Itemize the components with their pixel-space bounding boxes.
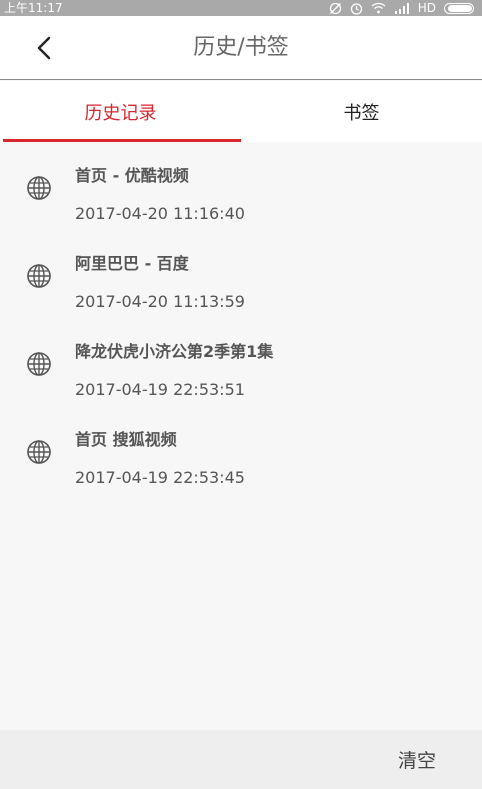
history-item-time: 2017-04-20 11:13:59 <box>75 292 245 311</box>
history-item-title: 首页 - 优酷视频 <box>75 166 189 185</box>
tab-bookmarks[interactable]: 书签 <box>241 81 482 142</box>
globe-icon <box>27 440 51 464</box>
tab-history[interactable]: 历史记录 <box>0 81 241 142</box>
history-item-title: 降龙伏虎小济公第2季第1集 <box>75 342 274 361</box>
header: 历史/书签 <box>0 16 482 80</box>
history-item[interactable]: 阿里巴巴 - 百度 2017-04-20 11:13:59 <box>0 230 482 318</box>
wifi-icon <box>371 2 386 14</box>
history-item[interactable]: 首页 搜狐视频 2017-04-19 22:53:45 <box>0 406 482 494</box>
network-label: HD <box>417 1 436 15</box>
status-icons: HD <box>329 0 474 16</box>
back-button[interactable] <box>28 32 60 64</box>
history-item-title: 首页 搜狐视频 <box>75 430 177 449</box>
bottom-bar: 清空 <box>0 730 482 789</box>
globe-icon <box>27 264 51 288</box>
status-time: 上午11:17 <box>4 1 63 15</box>
alarm-icon <box>350 2 362 15</box>
page-title: 历史/书签 <box>193 35 289 60</box>
history-item-title: 阿里巴巴 - 百度 <box>75 254 189 273</box>
globe-icon <box>27 352 51 376</box>
status-bar: 上午11:17 HD <box>0 0 482 16</box>
tab-bar: 历史记录 书签 <box>0 81 482 142</box>
history-item[interactable]: 首页 - 优酷视频 2017-04-20 11:16:40 <box>0 142 482 230</box>
history-item[interactable]: 降龙伏虎小济公第2季第1集 2017-04-19 22:53:51 <box>0 318 482 406</box>
sync-off-icon <box>329 2 341 14</box>
history-item-time: 2017-04-19 22:53:51 <box>75 380 245 399</box>
globe-icon <box>27 176 51 200</box>
signal-icon <box>394 2 409 14</box>
battery-icon <box>444 2 474 14</box>
history-list: 首页 - 优酷视频 2017-04-20 11:16:40 阿里巴巴 - 百度 … <box>0 142 482 494</box>
chevron-left-icon <box>37 36 51 60</box>
history-item-time: 2017-04-19 22:53:45 <box>75 468 245 487</box>
history-item-time: 2017-04-20 11:16:40 <box>75 204 245 223</box>
clear-button[interactable]: 清空 <box>398 730 436 789</box>
